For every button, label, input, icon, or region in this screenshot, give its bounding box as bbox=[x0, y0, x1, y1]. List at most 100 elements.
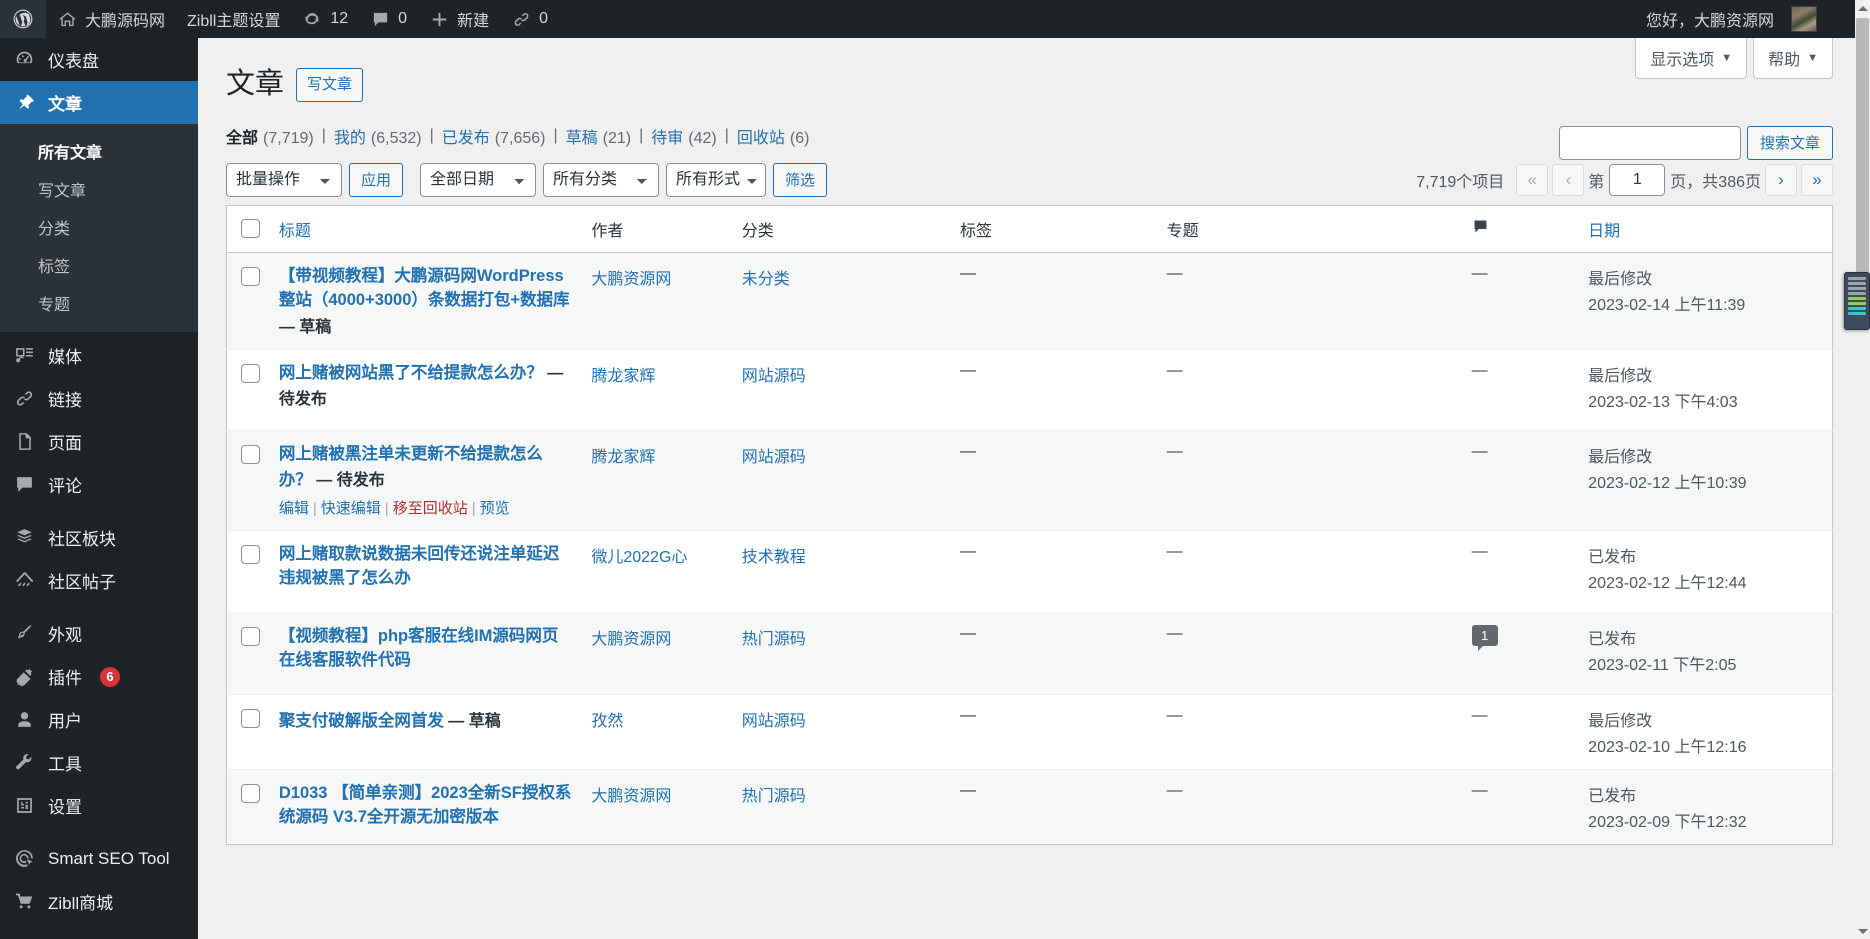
post-title-link[interactable]: 网上赌被网站黑了不给提款怎么办？ bbox=[279, 364, 543, 382]
post-author-link[interactable]: 大鹏资源网 bbox=[591, 271, 671, 288]
apply-bulk-action-button[interactable]: 应用 bbox=[349, 163, 403, 197]
bulk-action-select[interactable]: 批量操作 bbox=[226, 163, 342, 197]
first-page-button[interactable]: « bbox=[1516, 164, 1548, 196]
view-filter-published-link[interactable]: 已发布 bbox=[442, 124, 490, 148]
view-filter-draft[interactable]: 草稿 (21) bbox=[566, 124, 631, 148]
view-filter-all-link[interactable]: 全部 bbox=[226, 124, 258, 148]
add-new-post-button[interactable]: 写文章 bbox=[296, 68, 363, 102]
post-category-link[interactable]: 热门源码 bbox=[742, 788, 806, 805]
submenu-item-categories[interactable]: 分类 bbox=[0, 208, 198, 246]
row-checkbox[interactable] bbox=[241, 545, 260, 564]
last-page-button[interactable]: » bbox=[1801, 164, 1833, 196]
post-author-link[interactable]: 大鹏资源网 bbox=[591, 631, 671, 648]
post-category-link[interactable]: 网站源码 bbox=[742, 449, 806, 466]
view-filter-published[interactable]: 已发布 (7,656) bbox=[442, 124, 546, 148]
admin-bar-comments[interactable]: 0 bbox=[359, 0, 418, 38]
submenu-item-add-post[interactable]: 写文章 bbox=[0, 170, 198, 208]
submenu-item-tags[interactable]: 标签 bbox=[0, 246, 198, 284]
submenu-item-topics[interactable]: 专题 bbox=[0, 284, 198, 322]
admin-bar-my-account[interactable]: 您好，大鹏资源网 bbox=[1635, 0, 1828, 38]
post-category-link[interactable]: 热门源码 bbox=[742, 631, 806, 648]
view-filter-draft-link[interactable]: 草稿 bbox=[566, 124, 598, 148]
post-author-link[interactable]: 大鹏资源网 bbox=[591, 788, 671, 805]
admin-bar-site-name[interactable]: 大鹏源码网 bbox=[46, 0, 176, 38]
sidebar-item-zibll-shop[interactable]: Zibll商城 bbox=[0, 880, 198, 923]
post-author-link[interactable]: 微儿2022G心 bbox=[591, 549, 687, 566]
admin-bar-new-content[interactable]: 新建 bbox=[418, 0, 500, 38]
page-scrollbar[interactable] bbox=[1855, 0, 1870, 939]
post-author-link[interactable]: 腾龙家辉 bbox=[591, 368, 655, 385]
category-filter-select[interactable]: 所有分类 bbox=[543, 163, 659, 197]
current-page-input[interactable] bbox=[1609, 164, 1665, 196]
row-action-trash[interactable]: 移至回收站 bbox=[393, 500, 468, 517]
sidebar-item-community-posts[interactable]: 社区帖子 bbox=[0, 559, 198, 602]
post-title-link[interactable]: D1033 【简单亲测】2023全新SF授权系统源码 V3.7全开源无加密版本 bbox=[279, 784, 572, 826]
post-title-link[interactable]: 网上赌取款说数据未回传还说注单延迟违规被黑了怎么办 bbox=[279, 545, 560, 587]
format-filter-select[interactable]: 所有形式 bbox=[666, 163, 766, 197]
wordpress-logo-menu[interactable] bbox=[0, 0, 46, 38]
post-title-link[interactable]: 聚支付破解版全网首发 bbox=[279, 712, 444, 730]
row-action-quick-edit[interactable]: 快速编辑 bbox=[321, 500, 381, 517]
search-submit-button[interactable]: 搜索文章 bbox=[1747, 126, 1833, 160]
scrollbar-thumb[interactable] bbox=[1856, 18, 1869, 284]
row-checkbox[interactable] bbox=[241, 267, 260, 286]
view-filter-pending[interactable]: 待审 (42) bbox=[651, 124, 716, 148]
column-title-label[interactable]: 标题 bbox=[279, 223, 311, 240]
sidebar-item-dashboard[interactable]: 仪表盘 bbox=[0, 38, 198, 81]
post-category-link[interactable]: 未分类 bbox=[742, 271, 790, 288]
sidebar-item-posts[interactable]: 文章 bbox=[0, 81, 198, 124]
sidebar-item-comments[interactable]: 评论 bbox=[0, 463, 198, 506]
column-header-comments[interactable] bbox=[1462, 205, 1579, 252]
admin-bar-updates[interactable]: 12 bbox=[291, 0, 359, 38]
view-filter-trash[interactable]: 回收站 (6) bbox=[737, 124, 810, 148]
sidebar-item-appearance[interactable]: 外观 bbox=[0, 612, 198, 655]
view-filter-mine[interactable]: 我的 (6,532) bbox=[334, 124, 422, 148]
row-action-edit[interactable]: 编辑 bbox=[279, 500, 309, 517]
post-category-link[interactable]: 网站源码 bbox=[742, 713, 806, 730]
column-header-title[interactable]: 标题 bbox=[269, 205, 582, 252]
view-filter-all[interactable]: 全部 (7,719) bbox=[226, 124, 314, 148]
admin-bar-links[interactable]: 0 bbox=[500, 0, 559, 38]
floating-equalizer-widget[interactable] bbox=[1844, 272, 1870, 330]
sidebar-item-pages[interactable]: 页面 bbox=[0, 420, 198, 463]
admin-bar-theme-settings[interactable]: Zibll主题设置 bbox=[176, 0, 291, 38]
search-input[interactable] bbox=[1559, 126, 1741, 160]
sidebar-item-links[interactable]: 链接 bbox=[0, 377, 198, 420]
date-filter-select[interactable]: 全部日期 bbox=[420, 163, 536, 197]
post-author-link[interactable]: 孜然 bbox=[591, 713, 623, 730]
prev-page-button[interactable]: ‹ bbox=[1552, 164, 1584, 196]
row-checkbox[interactable] bbox=[241, 445, 260, 464]
post-author-link[interactable]: 腾龙家辉 bbox=[591, 449, 655, 466]
sidebar-item-settings[interactable]: 设置 bbox=[0, 784, 198, 827]
sidebar-item-users[interactable]: 用户 bbox=[0, 698, 198, 741]
filter-submit-button[interactable]: 筛选 bbox=[773, 163, 827, 197]
sidebar-item-community-board[interactable]: 社区板块 bbox=[0, 516, 198, 559]
post-title-link[interactable]: 【视频教程】php客服在线IM源码网页在线客服软件代码 bbox=[279, 627, 559, 669]
widget-bar bbox=[1848, 312, 1866, 315]
sidebar-item-tools[interactable]: 工具 bbox=[0, 741, 198, 784]
column-header-date[interactable]: 日期 bbox=[1578, 205, 1832, 252]
post-category-link[interactable]: 技术教程 bbox=[742, 549, 806, 566]
show-options-button[interactable]: 显示选项 ▼ bbox=[1635, 38, 1747, 79]
column-date-label[interactable]: 日期 bbox=[1588, 223, 1620, 240]
submenu-item-all-posts[interactable]: 所有文章 bbox=[0, 132, 198, 170]
next-page-button[interactable]: › bbox=[1765, 164, 1797, 196]
scroll-up-arrow-icon[interactable] bbox=[1855, 0, 1870, 16]
view-filter-trash-link[interactable]: 回收站 bbox=[737, 124, 785, 148]
view-filter-mine-link[interactable]: 我的 bbox=[334, 124, 366, 148]
post-title-link[interactable]: 【带视频教程】大鹏源码网WordPress整站（4000+3000）条数据打包+… bbox=[279, 267, 570, 309]
row-action-preview[interactable]: 预览 bbox=[480, 500, 510, 517]
sidebar-item-media[interactable]: 媒体 bbox=[0, 334, 198, 377]
row-checkbox[interactable] bbox=[241, 627, 260, 646]
comment-count-badge[interactable]: 1 bbox=[1472, 625, 1498, 646]
sidebar-item-plugins[interactable]: 插件 6 bbox=[0, 655, 198, 698]
view-filter-pending-link[interactable]: 待审 bbox=[651, 124, 683, 148]
post-category-link[interactable]: 网站源码 bbox=[742, 368, 806, 385]
select-all-checkbox[interactable] bbox=[241, 219, 260, 238]
scroll-down-arrow-icon[interactable] bbox=[1855, 923, 1870, 939]
row-checkbox[interactable] bbox=[241, 784, 260, 803]
row-checkbox[interactable] bbox=[241, 364, 260, 383]
row-checkbox[interactable] bbox=[241, 709, 260, 728]
help-button[interactable]: 帮助 ▼ bbox=[1753, 38, 1833, 79]
sidebar-item-smart-seo-tool[interactable]: Smart SEO Tool bbox=[0, 837, 198, 880]
